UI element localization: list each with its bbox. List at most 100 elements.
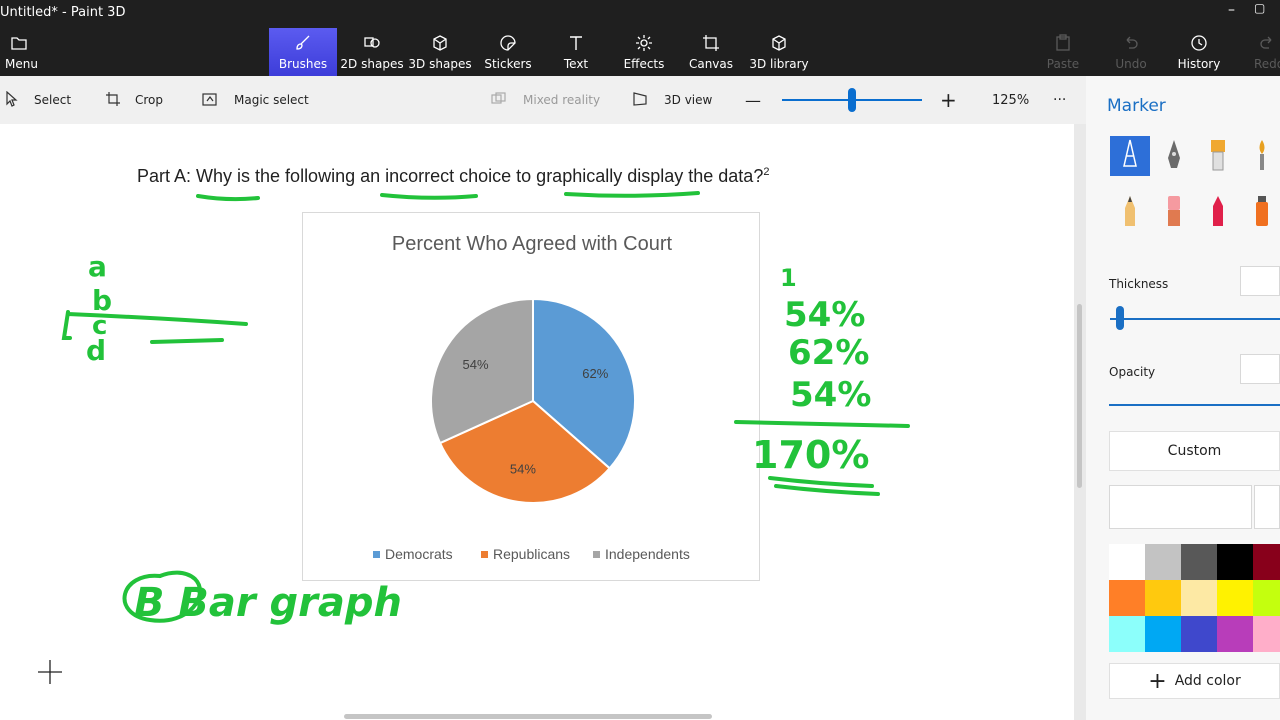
tab-brushes-label: Brushes [278, 57, 328, 71]
brush-marker[interactable] [1110, 136, 1150, 176]
tab-text[interactable]: Text [542, 28, 610, 76]
thickness-slider-thumb[interactable] [1116, 306, 1124, 330]
mixed-reality-icon [491, 91, 507, 110]
opacity-value-box[interactable] [1240, 354, 1280, 384]
text-icon [542, 34, 610, 56]
tab-3d-shapes[interactable]: 3D shapes [406, 28, 474, 76]
minimize-button[interactable]: – [1228, 2, 1235, 18]
brush-eraser[interactable] [1154, 192, 1194, 232]
vertical-scrollbar[interactable] [1074, 124, 1086, 720]
color-swatch[interactable] [1253, 580, 1280, 616]
add-color-button[interactable]: + Add color [1109, 663, 1280, 699]
tab-stickers[interactable]: Stickers [474, 28, 542, 76]
tab-text-label: Text [563, 57, 589, 71]
history-button[interactable]: History [1172, 28, 1226, 76]
paste-label: Paste [1046, 57, 1080, 71]
mixed-reality-button[interactable]: Mixed reality [491, 76, 600, 124]
thickness-value-box[interactable] [1240, 266, 1280, 296]
zoom-out-button[interactable]: — [745, 76, 761, 124]
tab-brushes[interactable]: Brushes [269, 28, 337, 76]
more-options-button[interactable]: ··· [1053, 76, 1066, 124]
brush-watercolor[interactable] [1242, 136, 1280, 176]
tab-effects[interactable]: Effects [610, 28, 678, 76]
brush-icon [269, 34, 337, 56]
brush-oil[interactable] [1198, 136, 1238, 176]
opacity-slider[interactable] [1109, 404, 1280, 406]
color-swatch[interactable] [1109, 616, 1145, 652]
tab-2d-shapes-label: 2D shapes [340, 57, 404, 71]
3d-view-icon [632, 91, 648, 110]
zoom-in-button[interactable]: + [940, 76, 957, 124]
undo-button[interactable]: Undo [1104, 28, 1158, 76]
color-swatch[interactable] [1181, 580, 1217, 616]
mixed-reality-label: Mixed reality [523, 93, 601, 107]
zoom-slider-thumb[interactable] [848, 88, 856, 112]
select-label: Select [34, 93, 72, 107]
magic-select-label: Magic select [234, 93, 309, 107]
oil-brush-icon [1206, 138, 1230, 175]
drawing-canvas[interactable]: Part A: Why is the following an incorrec… [0, 124, 1074, 720]
ink-tick: 1 [780, 264, 797, 292]
color-swatch[interactable] [1109, 544, 1145, 580]
history-label: History [1177, 57, 1221, 71]
sticker-icon [474, 34, 542, 56]
magic-select-icon [202, 91, 218, 110]
brush-panel: Marker Thickness Opacity Custom + Add co… [1086, 76, 1280, 720]
brush-calligraphy-pen[interactable] [1154, 136, 1194, 176]
horizontal-scrollbar-thumb[interactable] [344, 714, 712, 719]
redo-label: Redo [1254, 57, 1280, 71]
color-swatch[interactable] [1253, 616, 1280, 652]
canvas-icon [678, 34, 744, 56]
ink-sum-line-3: 54% [790, 375, 871, 415]
brush-spray-can[interactable] [1242, 192, 1280, 232]
maximize-button[interactable]: ▢ [1254, 1, 1265, 15]
tab-stickers-label: Stickers [484, 57, 532, 71]
custom-color-button[interactable]: Custom [1109, 431, 1280, 471]
magic-select-button[interactable]: Magic select [202, 76, 309, 124]
color-swatch[interactable] [1145, 580, 1181, 616]
redo-icon [1240, 34, 1280, 56]
crop-button[interactable]: Crop [105, 76, 163, 124]
brush-crayon[interactable] [1198, 192, 1238, 232]
redo-button[interactable]: Redo [1240, 28, 1280, 76]
color-swatch[interactable] [1145, 616, 1181, 652]
color-swatch[interactable] [1217, 580, 1253, 616]
color-swatch[interactable] [1217, 616, 1253, 652]
ribbon: Untitled* - Paint 3D – ▢ Menu Brushes 2D… [0, 0, 1280, 76]
shapes-icon [338, 34, 406, 56]
color-swatch[interactable] [1145, 544, 1181, 580]
answer-line [150, 338, 224, 344]
color-swatch[interactable] [1181, 616, 1217, 652]
clipboard-icon [1036, 34, 1090, 56]
previous-color-preview [1254, 485, 1280, 529]
crop-icon [105, 91, 121, 110]
menu-label: Menu [5, 57, 38, 71]
color-swatch[interactable] [1109, 580, 1145, 616]
tab-2d-shapes[interactable]: 2D shapes [338, 28, 406, 76]
menu-button[interactable]: Menu [0, 28, 40, 76]
color-swatch[interactable] [1181, 544, 1217, 580]
pencil-icon [1118, 194, 1142, 231]
color-swatch[interactable] [1253, 544, 1280, 580]
tab-3d-library[interactable]: 3D library [746, 28, 812, 76]
tab-canvas[interactable]: Canvas [678, 28, 744, 76]
paste-button[interactable]: Paste [1036, 28, 1090, 76]
select-button[interactable]: Select [4, 76, 71, 124]
thickness-slider-track[interactable] [1110, 318, 1280, 320]
watercolor-brush-icon [1250, 138, 1274, 175]
zoom-level[interactable]: 125% [992, 76, 1029, 124]
undo-label: Undo [1115, 57, 1147, 71]
ink-answer: B Bar graph [134, 580, 402, 626]
tab-effects-label: Effects [623, 57, 665, 71]
add-color-label: Add color [1174, 673, 1241, 689]
panel-title: Marker [1107, 96, 1166, 116]
ink-sum-line-1: 54% [784, 295, 865, 335]
color-swatch[interactable] [1217, 544, 1253, 580]
3d-view-button[interactable]: 3D view [632, 76, 712, 124]
ink-letter-d: d [86, 334, 106, 367]
custom-label: Custom [1167, 443, 1222, 459]
3d-view-label: 3D view [664, 93, 713, 107]
brush-pencil[interactable] [1110, 192, 1150, 232]
underline-graphically [564, 191, 700, 198]
vertical-scrollbar-thumb[interactable] [1077, 304, 1082, 488]
